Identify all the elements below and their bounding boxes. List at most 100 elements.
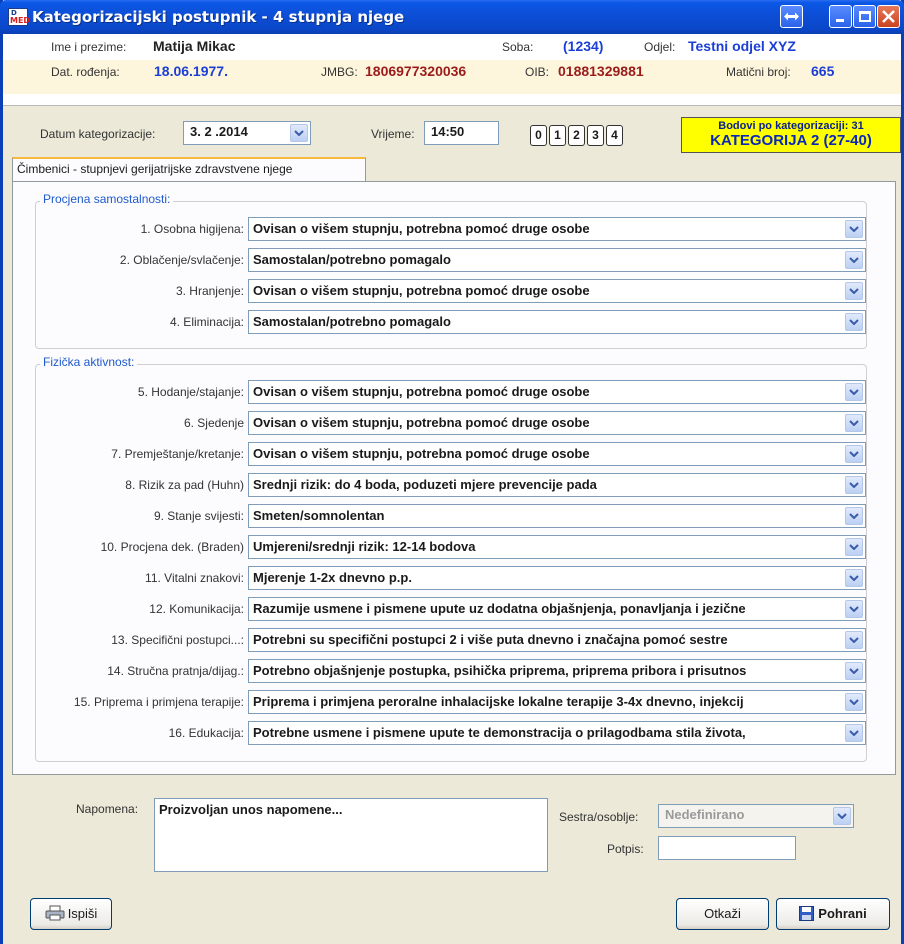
room-value: (1234)	[563, 38, 604, 54]
group-physical-activity-title: Fizička aktivnost:	[40, 355, 138, 369]
time-input[interactable]: 14:50	[424, 121, 499, 145]
cancel-button[interactable]: Otkaži	[676, 898, 769, 930]
chevron-down-icon	[849, 319, 859, 325]
criterion-select[interactable]: Samostalan/potrebno pomagalo	[248, 248, 866, 272]
criterion-select[interactable]: Priprema i primjena peroralne inhalacijs…	[248, 690, 866, 714]
dropdown-button[interactable]	[845, 282, 863, 300]
chevron-down-icon	[849, 482, 859, 488]
close-button[interactable]	[877, 5, 900, 28]
points-text: Bodovi po kategorizaciji: 31	[718, 120, 864, 132]
criterion-select[interactable]: Samostalan/potrebno pomagalo	[248, 310, 866, 334]
chevron-down-icon	[849, 513, 859, 519]
criterion-value: Razumije usmene i pismene upute uz dodat…	[253, 601, 746, 616]
staff-select[interactable]: Nedefinirano	[658, 804, 854, 828]
criterion-select[interactable]: Potrebne usmene i pismene upute te demon…	[248, 721, 866, 745]
staff-value: Nedefinirano	[665, 807, 745, 822]
minimize-button[interactable]	[829, 5, 852, 28]
oib-label: OIB:	[525, 65, 550, 79]
criterion-select[interactable]: Ovisan o višem stupnju, potrebna pomoć d…	[248, 442, 866, 466]
dropdown-button[interactable]	[845, 693, 863, 711]
dropdown-button[interactable]	[845, 445, 863, 463]
print-label: Ispiši	[67, 906, 98, 921]
dropdown-button[interactable]	[845, 662, 863, 680]
dropdown-button[interactable]	[845, 414, 863, 432]
time-label: Vrijeme:	[371, 127, 415, 141]
dropdown-button[interactable]	[845, 313, 863, 331]
dropdown-button[interactable]	[845, 251, 863, 269]
save-disk-icon	[799, 906, 815, 921]
level-button-3[interactable]: 3	[587, 125, 604, 146]
criterion-select[interactable]: Potrebni su specifični postupci 2 i više…	[248, 628, 866, 652]
criterion-value: Ovisan o višem stupnju, potrebna pomoć d…	[253, 283, 590, 298]
note-textarea[interactable]: Proizvoljan unos napomene...	[154, 798, 548, 872]
criterion-select[interactable]: Ovisan o višem stupnju, potrebna pomoć d…	[248, 411, 866, 435]
field-label: 16. Edukacija:	[168, 726, 244, 740]
criterion-select[interactable]: Potrebno objašnjenje postupka, psihička …	[248, 659, 866, 683]
dob-label: Dat. rođenja:	[51, 65, 120, 79]
criterion-select[interactable]: Razumije usmene i pismene upute uz dodat…	[248, 597, 866, 621]
signature-input[interactable]	[658, 836, 796, 860]
criterion-value: Samostalan/potrebno pomagalo	[253, 252, 451, 267]
save-button[interactable]: Pohrani	[776, 898, 890, 930]
save-label: Pohrani	[818, 906, 867, 921]
criterion-select[interactable]: Ovisan o višem stupnju, potrebna pomoć d…	[248, 217, 866, 241]
criterion-value: Potrebne usmene i pismene upute te demon…	[253, 725, 746, 740]
level-button-1[interactable]: 1	[549, 125, 566, 146]
staff-dropdown-button[interactable]	[833, 807, 851, 825]
criterion-value: Ovisan o višem stupnju, potrebna pomoć d…	[253, 415, 590, 430]
dropdown-button[interactable]	[845, 724, 863, 742]
criterion-select[interactable]: Srednji rizik: do 4 boda, poduzeti mjere…	[248, 473, 866, 497]
print-button[interactable]: Ispiši	[30, 898, 112, 930]
resize-arrows-button[interactable]	[780, 5, 803, 28]
chevron-down-icon	[849, 699, 859, 705]
date-picker[interactable]: 3. 2 .2014	[183, 121, 311, 145]
field-label: 5. Hodanje/stajanje:	[137, 385, 244, 399]
dropdown-button[interactable]	[845, 507, 863, 525]
chevron-down-icon	[849, 389, 859, 395]
field-label: 3. Hranjenje:	[175, 284, 244, 298]
dropdown-button[interactable]	[845, 538, 863, 556]
criterion-value: Smeten/somnolentan	[253, 508, 385, 523]
criterion-value: Samostalan/potrebno pomagalo	[253, 314, 451, 329]
maximize-button[interactable]	[853, 5, 876, 28]
field-label: 4. Eliminacija:	[169, 315, 244, 329]
patient-name: Matija Mikac	[153, 38, 236, 54]
dropdown-button[interactable]	[845, 383, 863, 401]
criterion-select[interactable]: Mjerenje 1-2x dnevno p.p.	[248, 566, 866, 590]
criterion-value: Ovisan o višem stupnju, potrebna pomoć d…	[253, 446, 590, 461]
chevron-down-icon	[849, 288, 859, 294]
level-button-2[interactable]: 2	[568, 125, 585, 146]
criterion-select[interactable]: Umjereni/srednji rizik: 12-14 bodova	[248, 535, 866, 559]
criterion-value: Potrebni su specifični postupci 2 i više…	[253, 632, 728, 647]
dropdown-button[interactable]	[845, 476, 863, 494]
date-dropdown-button[interactable]	[290, 124, 308, 142]
dropdown-button[interactable]	[845, 569, 863, 587]
level-button-0[interactable]: 0	[530, 125, 547, 146]
level-button-4[interactable]: 4	[606, 125, 623, 146]
chevron-down-icon	[849, 226, 859, 232]
dropdown-button[interactable]	[845, 600, 863, 618]
cancel-label: Otkaži	[704, 906, 741, 921]
criterion-select[interactable]: Ovisan o višem stupnju, potrebna pomoć d…	[248, 380, 866, 404]
chevron-down-icon	[849, 730, 859, 736]
jmbg-value: 1806977320036	[365, 63, 467, 79]
app-logo-icon: D MED	[8, 8, 31, 26]
group-self-care-title: Procjena samostalnosti:	[40, 192, 174, 206]
bottom-area: Napomena: Proizvoljan unos napomene... S…	[3, 780, 901, 944]
note-value: Proizvoljan unos napomene...	[159, 802, 343, 817]
main-window: D MED Kategorizacijski postupnik - 4 stup…	[0, 0, 904, 944]
criterion-value: Ovisan o višem stupnju, potrebna pomoć d…	[253, 221, 590, 236]
field-label: 7. Premještanje/kretanje:	[111, 447, 244, 461]
note-label: Napomena:	[76, 802, 139, 816]
criterion-select[interactable]: Ovisan o višem stupnju, potrebna pomoć d…	[248, 279, 866, 303]
dept-value: Testni odjel XYZ	[688, 38, 796, 54]
date-value: 3. 2 .2014	[190, 124, 248, 139]
close-icon	[882, 10, 895, 23]
chevron-down-icon	[837, 813, 847, 819]
criterion-value: Srednji rizik: do 4 boda, poduzeti mjere…	[253, 477, 597, 492]
criterion-select[interactable]: Smeten/somnolentan	[248, 504, 866, 528]
tab-factors[interactable]: Čimbenici - stupnjevi gerijatrijske zdra…	[12, 157, 366, 182]
dropdown-button[interactable]	[845, 220, 863, 238]
dropdown-button[interactable]	[845, 631, 863, 649]
field-label: 2. Oblačenje/svlačenje:	[119, 253, 244, 267]
